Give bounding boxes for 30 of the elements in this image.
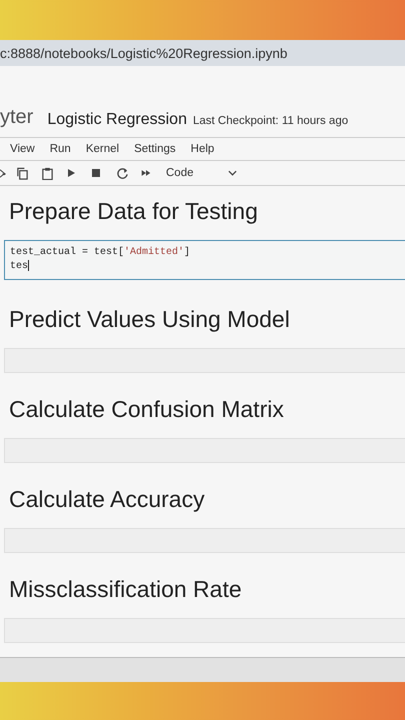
checkpoint-text: Last Checkpoint: 11 hours ago bbox=[192, 115, 348, 129]
stop-icon[interactable] bbox=[91, 168, 101, 178]
section-heading: Calculate Accuracy bbox=[9, 486, 206, 514]
code-cell[interactable] bbox=[4, 348, 405, 374]
fast-forward-icon[interactable] bbox=[141, 168, 151, 178]
section-heading: Calculate Confusion Matrix bbox=[9, 396, 285, 424]
menu-item[interactable]: Kernel bbox=[86, 143, 120, 155]
restart-icon[interactable] bbox=[116, 166, 129, 180]
code-cell[interactable]: test_actual = test['Admitted'] tes bbox=[4, 240, 405, 280]
address-bar[interactable]: c:8888/notebooks/Logistic%20Regression.ipynb bbox=[0, 40, 405, 66]
code-cell[interactable] bbox=[4, 528, 405, 554]
chevron-icon bbox=[228, 170, 236, 176]
code-line: test_actual = test['Admitted'] bbox=[10, 246, 192, 260]
menu-item[interactable]: Help bbox=[190, 143, 214, 155]
section-heading: Prepare Data for Testing bbox=[9, 198, 259, 225]
section-heading: Predict Values Using Model bbox=[9, 306, 291, 334]
code-cell[interactable] bbox=[4, 618, 405, 644]
code-line: tes bbox=[10, 260, 30, 274]
cell-type-dropdown[interactable]: Code bbox=[166, 167, 236, 179]
play-icon[interactable] bbox=[66, 168, 76, 178]
section-heading: Missclassification Rate bbox=[9, 576, 243, 604]
notebook-title[interactable]: Logistic Regression bbox=[47, 111, 187, 129]
menu-item[interactable]: View bbox=[10, 143, 35, 155]
logo-text: yter bbox=[0, 106, 34, 129]
clipboard-icon[interactable] bbox=[41, 166, 54, 180]
menu-item[interactable]: Run bbox=[50, 143, 71, 155]
menu-item[interactable]: Settings bbox=[134, 143, 176, 155]
code-cell[interactable] bbox=[4, 438, 405, 464]
scissors-icon[interactable] bbox=[0, 166, 6, 180]
copy-icon[interactable] bbox=[16, 166, 29, 180]
